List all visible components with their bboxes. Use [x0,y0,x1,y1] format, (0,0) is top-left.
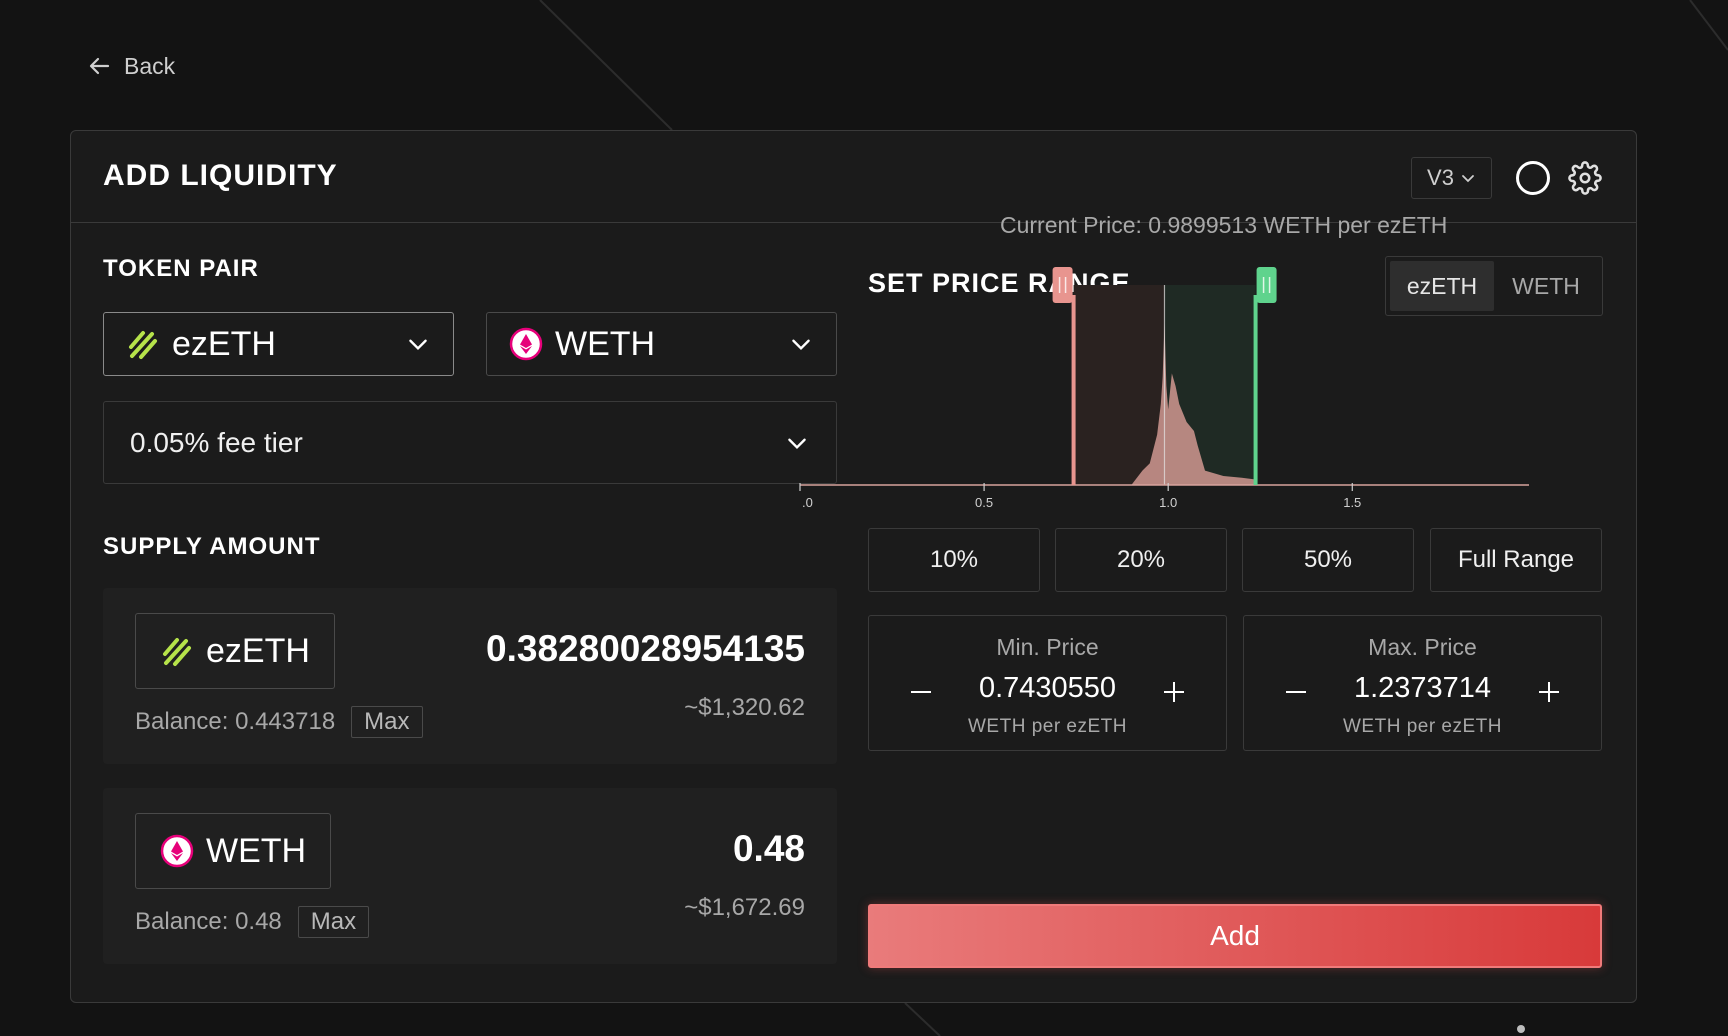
token-a-label: ezETH [172,324,276,363]
max-a-button[interactable]: Max [351,706,423,738]
fee-tier-select[interactable]: 0.05% fee tier [103,401,837,484]
x-tick-label-1: 0.5 [975,495,993,510]
supply-amount-a-input[interactable]: 0.38280028954135 [445,628,805,670]
max-price-box: Max. Price 1.2373714 WETH per ezETH [1243,615,1602,751]
liquidity-chart[interactable]: .0 0.5 1.0 1.5 [796,265,1536,525]
supply-card-token-a: ezETH 0.38280028954135 ~$1,320.62 Balanc… [103,588,837,764]
min-price-unit: WETH per ezETH [967,716,1128,737]
range-preset-50[interactable]: 50% [1242,528,1414,592]
supply-token-a[interactable]: ezETH [135,613,335,689]
chevron-down-icon [1462,175,1474,183]
status-circle-icon [1516,161,1550,195]
supply-amount-title: SUPPLY AMOUNT [103,533,321,560]
weth-logo-icon [509,327,543,361]
back-label: Back [124,52,176,79]
supply-usd-b: ~$1,672.69 [684,894,805,921]
min-price-box: Min. Price 0.7430550 WETH per ezETH [868,615,1227,751]
fee-tier-label: 0.05% fee tier [130,426,303,458]
supply-card-token-b: WETH 0.48 ~$1,672.69 Balance: 0.48 Max [103,788,837,964]
token-a-select[interactable]: ezETH [103,312,454,376]
version-dropdown[interactable]: V3 [1411,157,1492,199]
max-range-handle[interactable] [1256,267,1277,303]
range-preset-full[interactable]: Full Range [1430,528,1602,592]
supply-token-a-label: ezETH [206,631,310,670]
current-price-text: Current Price: 0.9899513 WETH per ezETH [1000,212,1448,238]
add-button[interactable]: Add [868,904,1602,968]
min-price-label: Min. Price [996,634,1099,660]
x-tick-label-2: 1.0 [1159,495,1177,510]
ezeth-logo-icon [129,331,157,359]
token-pair-title: TOKEN PAIR [103,255,259,282]
supply-token-b-label: WETH [206,831,307,870]
min-price-increment-icon[interactable] [1160,678,1188,706]
x-tick-label-3: 1.5 [1343,495,1361,510]
range-preset-10[interactable]: 10% [868,528,1040,592]
supply-amount-b-input[interactable]: 0.48 [445,828,805,870]
version-label: V3 [1427,165,1454,190]
balance-a: Balance: 0.443718 Max [135,706,423,738]
range-area-lower [1073,285,1165,485]
token-b-select[interactable]: WETH [486,312,837,376]
supply-usd-a: ~$1,320.62 [684,694,805,721]
max-price-increment-icon[interactable] [1535,678,1563,706]
balance-b: Balance: 0.48 Max [135,906,370,938]
min-range-handle[interactable] [1052,267,1073,303]
back-link[interactable]: Back [88,52,175,80]
chevron-down-icon [409,339,427,351]
weth-logo-icon [160,834,194,868]
token-b-label: WETH [555,324,656,363]
panel-header: ADD LIQUIDITY V3 [71,131,1636,223]
max-price-label: Max. Price [1368,634,1477,660]
balance-a-text: Balance: 0.443718 [135,708,336,735]
panel-title: ADD LIQUIDITY [103,159,338,192]
supply-token-b[interactable]: WETH [135,813,332,889]
arrow-left-icon [89,57,110,75]
range-preset-20[interactable]: 20% [1055,528,1227,592]
gear-icon[interactable] [1568,161,1602,195]
max-price-unit: WETH per ezETH [1342,716,1503,737]
max-b-button[interactable]: Max [297,906,370,938]
balance-b-text: Balance: 0.48 [135,908,282,935]
x-tick-label-0: .0 [802,495,813,510]
ezeth-logo-icon [163,638,191,666]
